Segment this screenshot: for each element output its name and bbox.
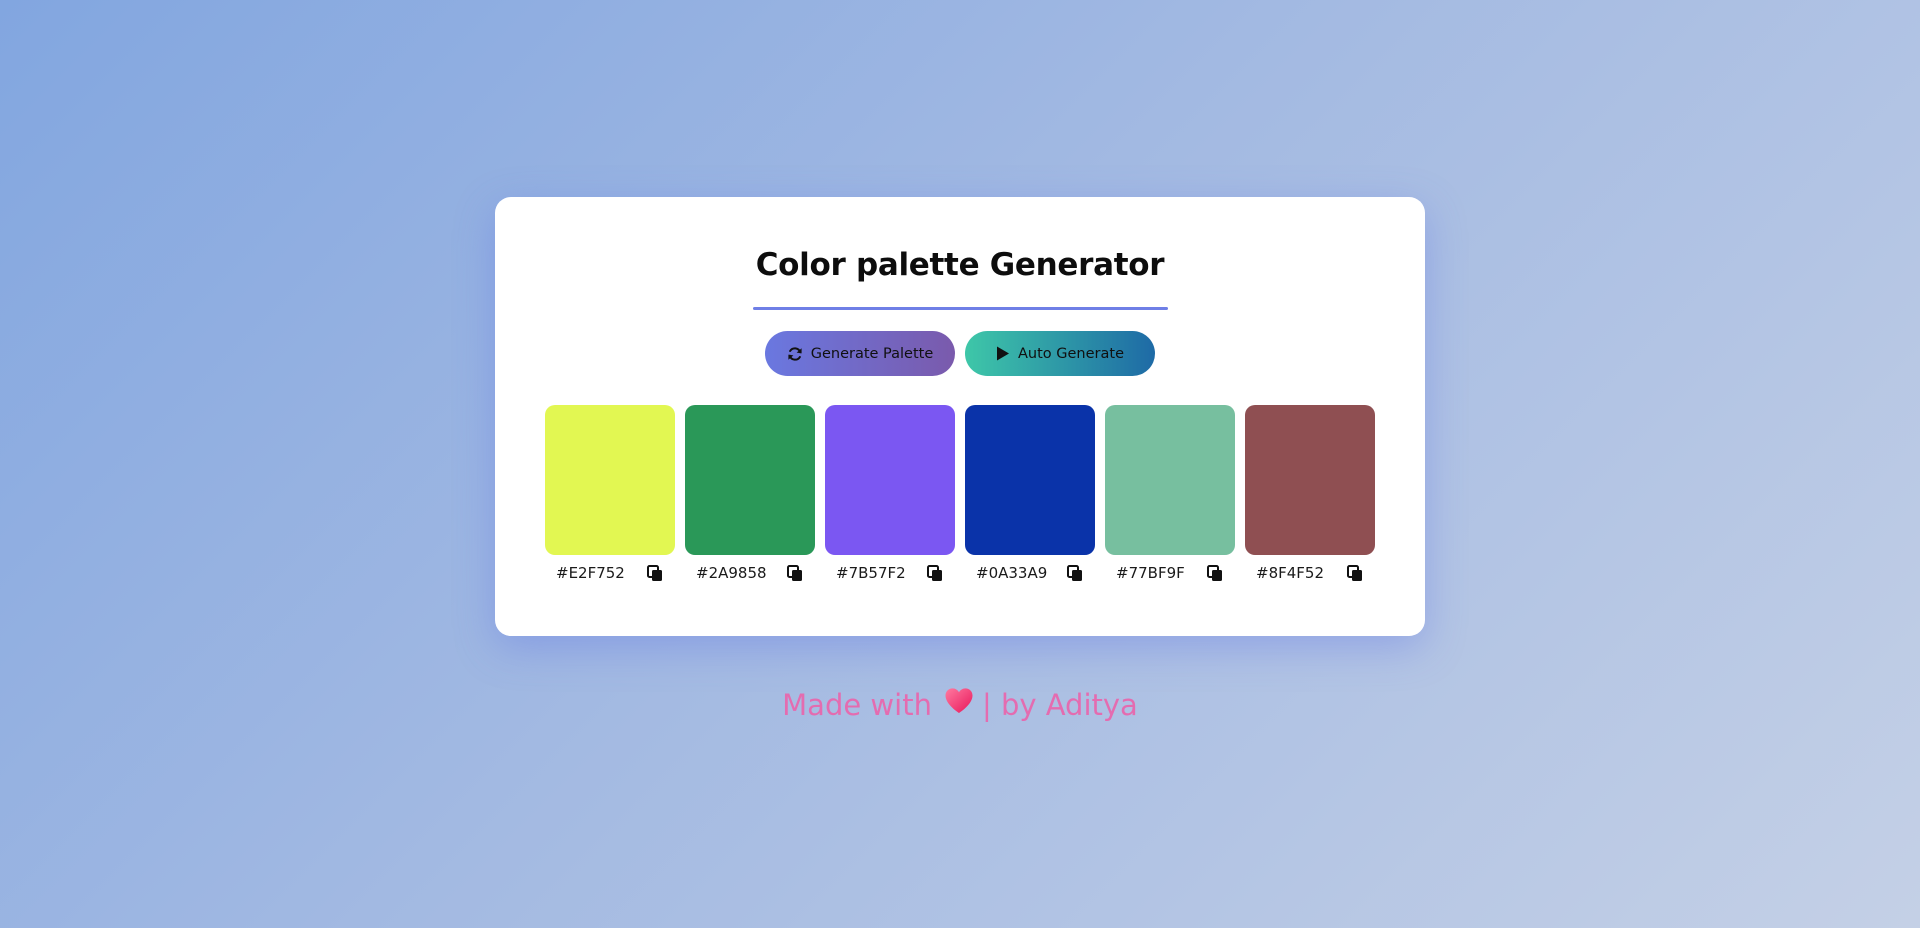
copy-icon[interactable] — [787, 565, 803, 582]
page-title: Color palette Generator — [755, 247, 1165, 283]
title-underline — [753, 307, 1168, 310]
auto-generate-label: Auto Generate — [1018, 345, 1124, 362]
hex-code: #0A33A9 — [976, 564, 1048, 582]
copy-icon[interactable] — [647, 565, 663, 582]
palette-item: #77BF9F — [1105, 405, 1235, 585]
palette-item: #2A9858 — [685, 405, 815, 585]
color-swatch[interactable] — [825, 405, 955, 555]
heart-icon — [944, 687, 974, 722]
color-swatch[interactable] — [965, 405, 1095, 555]
color-swatch[interactable] — [1105, 405, 1235, 555]
play-icon — [996, 346, 1010, 361]
hex-code: #77BF9F — [1116, 564, 1185, 582]
generate-palette-button[interactable]: Generate Palette — [765, 331, 955, 376]
hex-code: #2A9858 — [696, 564, 767, 582]
palette-item: #0A33A9 — [965, 405, 1095, 585]
palette-item: #E2F752 — [545, 405, 675, 585]
hex-code: #7B57F2 — [836, 564, 906, 582]
color-swatch[interactable] — [1245, 405, 1375, 555]
palette-card: Color palette Generator Generate Palette… — [495, 197, 1425, 636]
hex-code: #E2F752 — [556, 564, 625, 582]
copy-icon[interactable] — [1067, 565, 1083, 582]
footer-suffix: | by Aditya — [981, 688, 1138, 722]
color-swatch[interactable] — [545, 405, 675, 555]
footer-prefix: Made with — [782, 688, 932, 722]
footer: Made with | by Aditya — [0, 687, 1920, 725]
refresh-icon — [787, 346, 803, 362]
hex-code: #8F4F52 — [1256, 564, 1324, 582]
palette-item: #7B57F2 — [825, 405, 955, 585]
generate-palette-label: Generate Palette — [810, 345, 934, 362]
palette-item: #8F4F52 — [1245, 405, 1375, 585]
copy-icon[interactable] — [1347, 565, 1363, 582]
copy-icon[interactable] — [927, 565, 943, 582]
color-swatch[interactable] — [685, 405, 815, 555]
copy-icon[interactable] — [1207, 565, 1223, 582]
auto-generate-button[interactable]: Auto Generate — [965, 331, 1155, 376]
color-palette: #E2F752 #2A9858 #7B57F2 #0A33A9 #77BF9F … — [545, 405, 1375, 590]
